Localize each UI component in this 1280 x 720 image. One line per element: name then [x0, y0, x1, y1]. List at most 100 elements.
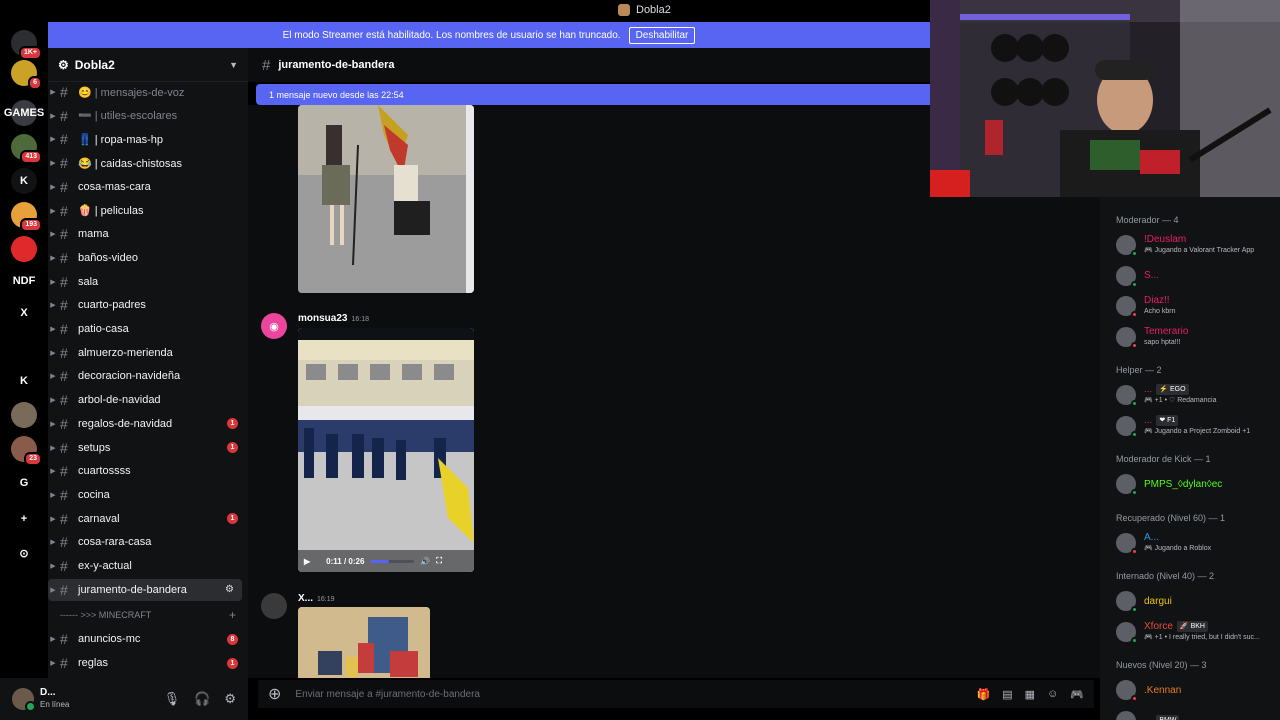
server-icon[interactable]: G	[11, 470, 37, 496]
message-input[interactable]	[295, 688, 896, 700]
expand-arrow-icon: ▶	[50, 278, 56, 286]
server-icon[interactable]: GAMES	[4, 100, 44, 126]
channel-item[interactable]: ▶ # juramento-de-bandera ⚙	[48, 578, 242, 601]
channel-label: juramento-de-bandera	[78, 583, 187, 596]
expand-arrow-icon: ▶	[50, 231, 56, 239]
channel-item[interactable]: ▶ # cocina	[48, 484, 248, 506]
gif-icon[interactable]: ▤	[1002, 688, 1012, 701]
server-icon[interactable]: +	[11, 506, 37, 532]
channel-item[interactable]: ▶ # baños-video	[48, 247, 248, 269]
member-item[interactable]: !Deuslam 🎮 Jugando a Valorant Tracker App	[1116, 231, 1276, 259]
channel-item[interactable]: ▶ # almuerzo-merienda	[48, 342, 248, 364]
server-icon[interactable]: 23	[11, 436, 42, 466]
expand-arrow-icon: ▶	[50, 586, 56, 594]
channel-item[interactable]: ▶ # decoracion-navideña	[48, 365, 248, 387]
server-icon[interactable]: 193	[11, 202, 42, 232]
channel-item[interactable]: ▶ # cuartossss	[48, 460, 248, 482]
server-header[interactable]: ⚙ Dobla2 ▼	[48, 48, 248, 82]
sticker-icon[interactable]: ▦	[1025, 688, 1035, 701]
message-author[interactable]: monsua23	[298, 313, 347, 324]
server-icon[interactable]	[11, 402, 37, 428]
server-icon[interactable]: NDF	[11, 268, 37, 294]
channel-item[interactable]: ▶ # ➖ | utiles-escolares	[48, 105, 248, 127]
member-item[interactable]: ... ⚡ EGO 🎮 +1 • ♡ Redamancia	[1116, 381, 1276, 409]
channel-item[interactable]: ▶ # anuncios-mc 8	[48, 628, 248, 650]
add-channel-icon[interactable]: +	[229, 608, 236, 622]
member-item[interactable]: PMPS_◊dylan◊ec	[1116, 470, 1276, 498]
apps-icon[interactable]: 🎮	[1070, 688, 1084, 701]
status-indicator	[1131, 341, 1138, 349]
video-progress-bar[interactable]	[370, 559, 415, 563]
channel-item[interactable]: ▶ # carnaval 1	[48, 508, 248, 530]
add-attachment-button[interactable]: ⊕	[268, 684, 281, 704]
member-item[interactable]: ... ❤ F1 🎮 Jugando a Project Zomboid +1	[1116, 412, 1276, 440]
server-icon[interactable]: K	[11, 368, 37, 394]
play-icon[interactable]: ▶	[304, 557, 310, 566]
member-item[interactable]: dargui	[1116, 587, 1276, 615]
member-item[interactable]: Temerario sapo hpta!!!	[1116, 323, 1276, 351]
member-item[interactable]: S...	[1116, 262, 1276, 290]
channel-item[interactable]: ▶ # patio-casa	[48, 318, 248, 340]
volume-icon[interactable]: 🔊	[420, 557, 430, 566]
message-author[interactable]: X...	[298, 593, 313, 604]
channel-item[interactable]: ▶ # cuarto-padres	[48, 294, 248, 316]
channel-item[interactable]: ▶ # cosa-mas-cara	[48, 176, 248, 198]
video-attachment[interactable]	[298, 607, 430, 678]
member-item[interactable]: .Kennan	[1116, 676, 1276, 704]
headphones-icon[interactable]: 🎧	[194, 691, 210, 707]
fullscreen-icon[interactable]: ⛶	[436, 556, 442, 566]
server-icon[interactable]: ⊙	[11, 540, 37, 566]
avatar	[1116, 326, 1138, 349]
channel-label: sala	[78, 275, 99, 288]
member-item[interactable]: ... BMW	[1116, 707, 1276, 720]
hash-icon: #	[60, 558, 68, 574]
expand-arrow-icon: ▶	[50, 254, 56, 262]
disable-streamer-mode-button[interactable]: Deshabilitar	[628, 26, 696, 44]
server-rail: 1K+ 6 GAMES 413 K 193 NDF X K 23 G + ⊙	[0, 22, 48, 720]
server-icon[interactable]	[11, 334, 37, 360]
video-attachment[interactable]	[298, 105, 474, 293]
channel-item[interactable]: ▶ # 😂 | caidas-chistosas	[48, 152, 248, 174]
channel-item[interactable]: ▶ # regalos-de-navidad 1	[48, 413, 248, 435]
channel-item[interactable]: ▶ # ex-y-actual	[48, 555, 248, 577]
streamer-mode-text: El modo Streamer está habilitado. Los no…	[282, 29, 621, 41]
member-group-header: Moderador de Kick — 1	[1116, 454, 1211, 464]
new-messages-bar[interactable]: 1 mensaje nuevo desde las 22:54	[256, 84, 930, 105]
gift-icon[interactable]: 🎁	[977, 688, 991, 701]
expand-arrow-icon: ▶	[50, 89, 56, 96]
server-icon[interactable]: X	[11, 300, 37, 326]
mention-badge: 413	[20, 150, 42, 164]
avatar[interactable]	[12, 688, 36, 712]
server-icon[interactable]: 413	[11, 134, 42, 164]
expand-arrow-icon: ▶	[50, 539, 56, 547]
expand-arrow-icon: ▶	[50, 660, 56, 668]
server-icon[interactable]	[11, 236, 37, 262]
server-icon[interactable]: 1K+	[11, 30, 42, 60]
channel-item[interactable]: ▶ # setups 1	[48, 437, 248, 459]
avatar[interactable]	[261, 593, 287, 619]
emoji-icon[interactable]: ☺	[1047, 688, 1058, 701]
microphone-icon[interactable]: 🎙	[164, 691, 181, 707]
channel-item[interactable]: ▶ # reglas 1	[48, 652, 248, 674]
channel-item[interactable]: ▶ # mama	[48, 223, 248, 245]
channel-item[interactable]: ▶ # arbol-de-navidad	[48, 389, 248, 411]
video-player[interactable]: ▶ 0:11 / 0:26 🔊 ⛶	[298, 328, 474, 572]
member-item[interactable]: Diaz!! Acho kbrn	[1116, 292, 1276, 320]
channel-item[interactable]: ▶ # 😊 | mensajes-de-voz	[48, 81, 248, 103]
server-icon[interactable]: 6	[11, 60, 42, 90]
channel-label: 😂 | caidas-chistosas	[78, 157, 182, 170]
channel-label: cocina	[78, 488, 110, 501]
channel-item[interactable]: ▶ # 🍿 | peliculas	[48, 200, 248, 222]
channel-category[interactable]: ------ >>> MINECRAFT +	[48, 606, 248, 624]
channel-item[interactable]: ▶ # cosa-rara-casa	[48, 531, 248, 553]
channel-item[interactable]: ▶ # sala	[48, 271, 248, 293]
server-icon[interactable]: K	[11, 168, 37, 194]
gear-icon[interactable]: ⚙	[224, 691, 236, 707]
channel-settings-icon[interactable]: ⚙	[225, 584, 234, 595]
expand-arrow-icon: ▶	[50, 136, 56, 144]
unread-badge: 1	[227, 442, 238, 453]
channel-item[interactable]: ▶ # 👖 | ropa-mas-hp	[48, 128, 248, 150]
member-item[interactable]: Xforce 🚀 BKH 🎮 +1 • I really tried, but I …	[1116, 618, 1276, 646]
member-item[interactable]: A... 🎮 Jugando a Roblox	[1116, 529, 1276, 557]
avatar[interactable]: ◉	[261, 313, 287, 339]
